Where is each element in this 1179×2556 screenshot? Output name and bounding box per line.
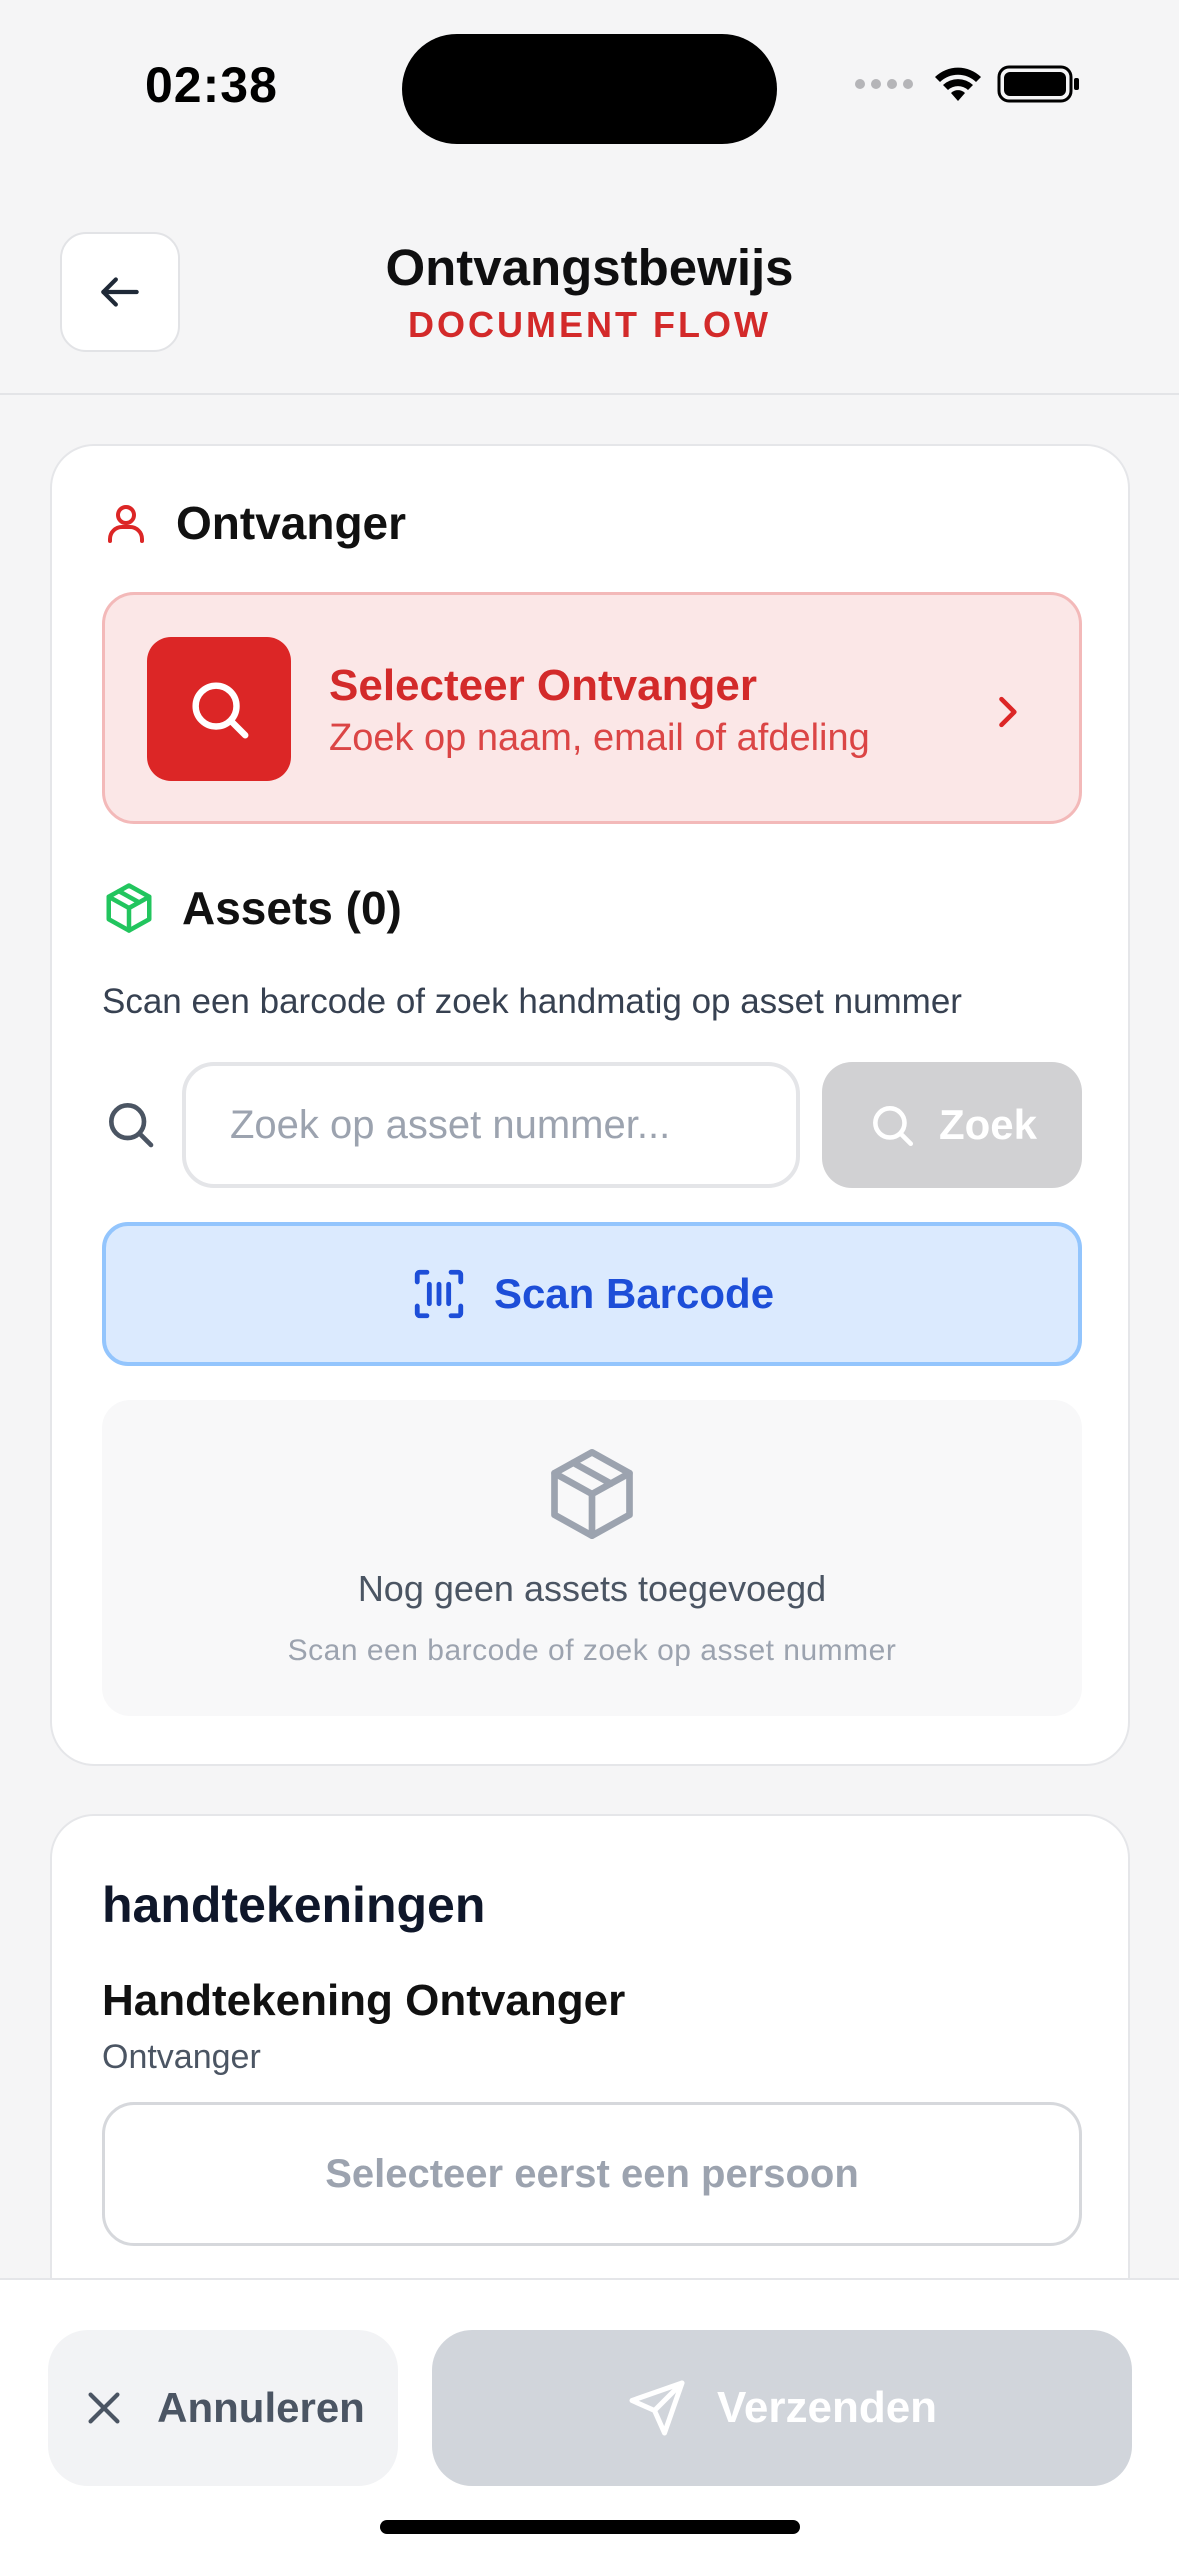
- bottom-action-bar: Annuleren Verzenden: [0, 2278, 1179, 2556]
- empty-state-title: Nog geen assets toegevoegd: [357, 1568, 827, 1609]
- search-icon: [192, 682, 249, 739]
- dynamic-island: [402, 34, 777, 144]
- cancel-button[interactable]: Annuleren: [48, 2330, 398, 2486]
- user-icon: [108, 505, 144, 543]
- home-indicator: [380, 2520, 800, 2534]
- status-bar: 02:38: [0, 0, 1179, 170]
- package-icon: [551, 1449, 633, 1539]
- select-recipient-title: Selecteer Ontvanger: [329, 661, 757, 710]
- status-time: 02:38: [145, 57, 278, 113]
- search-icon-tile: [147, 637, 291, 781]
- recipient-section-header: Ontvanger: [102, 496, 406, 550]
- search-icon: [109, 1103, 154, 1148]
- wifi-icon: [935, 67, 981, 101]
- asset-search-input[interactable]: [182, 1062, 800, 1188]
- recipient-assets-card: Ontvanger Selecteer Ontvanger Zoek op na…: [50, 444, 1130, 1766]
- signature-select-button[interactable]: Selecteer eerst een persoon: [102, 2102, 1082, 2246]
- empty-state-subtitle: Scan een barcode of zoek op asset nummer: [287, 1634, 897, 1667]
- chevron-right-icon: [999, 696, 1017, 728]
- status-icons: [855, 64, 1081, 104]
- scan-barcode-button[interactable]: Scan Barcode: [102, 1222, 1082, 1366]
- search-icon: [873, 1106, 914, 1147]
- signature-role: Ontvanger: [102, 2038, 261, 2076]
- assets-empty-state: Nog geen assets toegevoegd Scan een barc…: [102, 1400, 1082, 1716]
- asset-search-button[interactable]: Zoek: [822, 1062, 1082, 1188]
- page-subtitle: DOCUMENT FLOW: [408, 304, 771, 345]
- send-button[interactable]: Verzenden: [432, 2330, 1132, 2486]
- select-recipient-subtitle: Zoek op naam, email of afdeling: [329, 717, 870, 759]
- send-button-label: Verzenden: [716, 2383, 938, 2432]
- assets-section-header: Assets (0): [102, 880, 402, 936]
- cellular-signal-icon: [855, 79, 913, 89]
- app-header: Ontvangstbewijs DOCUMENT FLOW: [0, 170, 1179, 395]
- assets-section-label: Assets (0): [182, 882, 402, 934]
- barcode-scan-icon: [414, 1269, 464, 1319]
- select-recipient-button[interactable]: Selecteer Ontvanger Zoek op naam, email …: [102, 592, 1082, 824]
- signature-title: Handtekening Ontvanger: [102, 1976, 626, 2025]
- page-title: Ontvangstbewijs: [385, 239, 794, 296]
- battery-icon: [997, 65, 1079, 103]
- scan-barcode-label: Scan Barcode: [493, 1270, 775, 1317]
- package-icon: [106, 883, 152, 933]
- close-icon: [88, 2392, 120, 2424]
- signatures-section-label: handtekeningen: [102, 1877, 486, 1933]
- asset-search-button-label: Zoek: [938, 1101, 1038, 1148]
- cancel-button-label: Annuleren: [157, 2384, 365, 2431]
- recipient-section-label: Ontvanger: [176, 497, 407, 549]
- send-icon: [629, 2380, 685, 2436]
- assets-description: Scan een barcode of zoek handmatig op as…: [102, 982, 962, 1021]
